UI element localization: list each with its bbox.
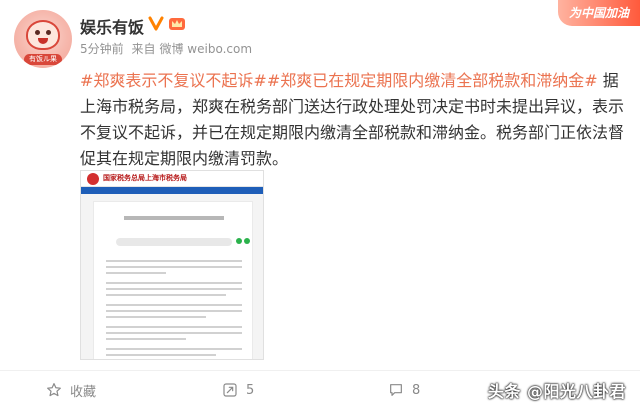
doc-text-line bbox=[106, 272, 166, 274]
comment-button[interactable]: 8 bbox=[388, 379, 420, 401]
doc-text-line bbox=[106, 316, 206, 318]
emblem-icon bbox=[87, 173, 99, 185]
post-source[interactable]: 微博 weibo.com bbox=[159, 42, 252, 56]
star-icon bbox=[47, 383, 61, 397]
crown-icon[interactable] bbox=[168, 15, 186, 31]
share-icon bbox=[236, 238, 242, 244]
avatar-eye bbox=[35, 30, 40, 35]
doc-text-line bbox=[106, 310, 242, 312]
comment-count: 8 bbox=[412, 382, 421, 398]
avatar-eye bbox=[46, 30, 51, 35]
doc-text-line bbox=[106, 326, 242, 328]
verified-icon bbox=[148, 16, 164, 31]
avatar-badge: 有饭ル果 bbox=[24, 54, 62, 65]
comment-icon bbox=[390, 384, 402, 396]
doc-text-line bbox=[106, 332, 242, 334]
repost-button[interactable]: 5 bbox=[222, 379, 254, 401]
promo-banner[interactable]: 为中国加油 bbox=[558, 0, 640, 26]
doc-text-line bbox=[106, 354, 216, 356]
avatar-image: 有饭ル果 bbox=[14, 10, 72, 68]
doc-text-line bbox=[106, 294, 226, 296]
watermark: 头条 @阳光八卦君 bbox=[487, 382, 626, 401]
favorite-label: 收藏 bbox=[70, 384, 97, 400]
repost-icon bbox=[223, 383, 237, 397]
avatar-face bbox=[26, 20, 60, 50]
avatar[interactable]: 有饭ル果 bbox=[14, 10, 72, 68]
doc-text-line bbox=[106, 260, 242, 262]
doc-nav-bar bbox=[81, 187, 263, 194]
hashtag-link[interactable]: #郑爽已在规定期限内缴清全部税款和滞纳金# bbox=[267, 71, 598, 90]
doc-text-line bbox=[106, 348, 242, 350]
post-content: #郑爽表示不复议不起诉##郑爽已在规定期限内缴清全部税款和滞纳金# 据上海市税务… bbox=[80, 68, 628, 172]
source-prefix: 来自 bbox=[131, 42, 156, 56]
action-divider bbox=[0, 370, 640, 371]
post-meta: 5分钟前 来自 微博 weibo.com bbox=[80, 40, 256, 57]
doc-text-line bbox=[106, 304, 242, 306]
repost-count: 5 bbox=[246, 382, 255, 398]
doc-text-line bbox=[106, 266, 242, 268]
doc-audio-player bbox=[116, 238, 232, 246]
doc-text-line bbox=[106, 282, 242, 284]
post-header: 有饭ル果 娱乐有饭 5分钟前 来自 微博 weibo.com bbox=[0, 0, 640, 68]
doc-text-line bbox=[106, 338, 186, 340]
post-time[interactable]: 5分钟前 bbox=[80, 42, 124, 56]
share-icon bbox=[244, 238, 250, 244]
hashtag-link[interactable]: #郑爽表示不复议不起诉# bbox=[80, 71, 267, 90]
doc-text-line bbox=[106, 288, 242, 290]
doc-site-title: 国家税务总局上海市税务局 bbox=[103, 174, 187, 182]
doc-heading bbox=[124, 216, 224, 220]
attachment-image[interactable]: 国家税务总局上海市税务局 bbox=[80, 170, 264, 360]
author-name[interactable]: 娱乐有饭 bbox=[80, 14, 144, 38]
doc-banner: 国家税务总局上海市税务局 bbox=[81, 171, 263, 187]
doc-page bbox=[93, 201, 253, 359]
favorite-button[interactable]: 收藏 bbox=[46, 379, 96, 401]
